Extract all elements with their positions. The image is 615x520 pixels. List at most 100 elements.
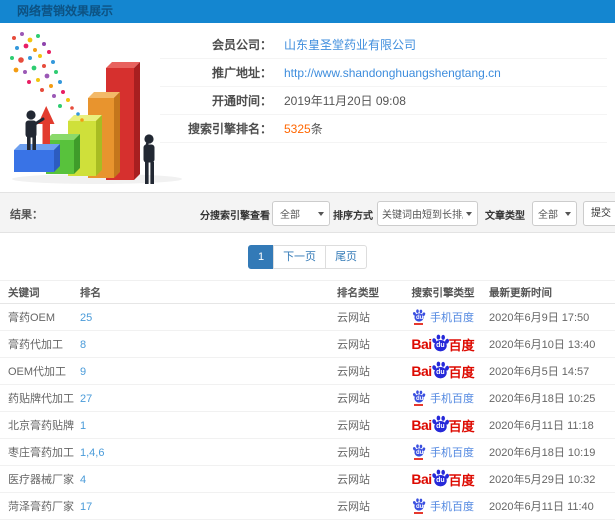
rank-type-cell: 云网站 <box>337 312 370 324</box>
red-underline <box>414 323 423 325</box>
col-keyword: 关键词 <box>8 286 40 299</box>
rank-link[interactable]: 4 <box>80 474 86 486</box>
page-title: 网络营销效果展示 <box>17 4 114 18</box>
sort-label: 排序方式 <box>333 211 373 222</box>
engine-rank-value: 5325条 <box>272 120 323 137</box>
engine-rank-label: 搜索引擎排名： <box>187 122 272 136</box>
blue-bar <box>14 144 60 172</box>
baidu-paw-icon: du <box>412 498 426 514</box>
rank-link[interactable]: 27 <box>80 393 92 405</box>
baidu-logo: Bai du 百度 <box>411 361 475 380</box>
rank-link[interactable]: 17 <box>80 501 92 513</box>
rank-link[interactable]: 1,4,6 <box>80 447 104 459</box>
keyword-cell: OEM代加工 <box>8 366 67 378</box>
col-rank: 排名 <box>80 286 101 299</box>
baidu-paw-icon: du <box>412 444 426 460</box>
table-row: 医疗器械厂家 4 云网站 Bai du 百度 2020年5月29日 10:32 <box>0 466 615 493</box>
engine-rank-row: 搜索引擎排名： 5325条 <box>160 115 607 143</box>
keyword-cell: 膏药代加工 <box>8 339 63 351</box>
rank-type-cell: 云网站 <box>337 339 370 351</box>
rank-link[interactable]: 25 <box>80 312 92 324</box>
rank-type-cell: 云网站 <box>337 447 370 459</box>
last-page-button[interactable]: 尾页 <box>325 244 368 269</box>
sort-select[interactable]: 关键词由短到长排序 <box>377 201 478 226</box>
chevron-down-icon <box>318 212 324 216</box>
rankings-table: 关键词 排名 排名类型 搜索引擎类型 最新更新时间 膏药OEM 25 云网站 d… <box>0 280 615 520</box>
rank-type-cell: 云网站 <box>337 366 370 378</box>
table-row: 北京膏药贴牌 1 云网站 Bai du 百度 2020年6月11日 11:18 <box>0 412 615 439</box>
article-type-label: 文章类型 <box>485 211 525 222</box>
updated-cell: 2020年6月18日 10:19 <box>489 447 596 459</box>
member-company-label: 会员公司： <box>211 38 272 52</box>
engine-view-select[interactable]: 全部 <box>272 201 330 226</box>
article-type-select[interactable]: 全部 <box>532 201 577 226</box>
table-row: 药贴牌代加工 27 云网站 du 手机百度 2020年6月18日 10:25 <box>0 385 615 412</box>
rank-type-cell: 云网站 <box>337 474 370 486</box>
keyword-cell: 北京膏药贴牌 <box>8 420 74 432</box>
keyword-cell: 药贴牌代加工 <box>8 393 74 405</box>
red-underline <box>414 458 423 460</box>
result-label: 结果： <box>10 209 43 221</box>
open-time-row: 开通时间： 2019年11月20日 09:08 <box>160 87 607 115</box>
table-row: 膏药OEM 25 云网站 du 手机百度 2020年6月9日 17:50 <box>0 304 615 331</box>
page-1-button[interactable]: 1 <box>247 244 275 269</box>
baidu-logo: Bai du 百度 <box>411 469 475 488</box>
rank-type-cell: 云网站 <box>337 420 370 432</box>
rank-unit: 条 <box>310 122 323 136</box>
promo-url-label: 推广地址： <box>211 66 272 80</box>
baidu-paw-icon: du <box>431 469 450 487</box>
keyword-cell: 医疗器械厂家 <box>8 474 74 486</box>
table-row: 膏药代加工 8 云网站 Bai du 百度 2020年6月10日 13:40 <box>0 331 615 358</box>
updated-cell: 2020年6月5日 14:57 <box>489 366 590 378</box>
rank-link[interactable]: 1 <box>80 420 86 432</box>
col-updated: 最新更新时间 <box>489 286 552 299</box>
promo-url-link[interactable]: http://www.shandonghuangshengtang.cn <box>272 66 501 80</box>
baidu-paw-icon: du <box>412 309 426 325</box>
next-page-button[interactable]: 下一页 <box>273 244 327 269</box>
rank-link[interactable]: 9 <box>80 366 86 378</box>
member-company-link[interactable]: 山东皇圣堂药业有限公司 <box>272 36 416 53</box>
rank-count: 5325 <box>284 122 311 136</box>
baidu-paw-icon: du <box>431 334 450 352</box>
baidu-logo: Bai du 百度 <box>411 334 475 353</box>
baidu-paw-icon: du <box>431 361 450 379</box>
app-header: 网络营销效果展示 <box>0 0 615 23</box>
member-company-row: 会员公司： 山东皇圣堂药业有限公司 <box>160 31 607 59</box>
updated-cell: 2020年6月10日 13:40 <box>489 339 596 351</box>
red-underline <box>414 404 423 406</box>
profile-section: 会员公司： 山东皇圣堂药业有限公司 推广地址： http://www.shand… <box>0 23 615 192</box>
page: 网络营销效果展示 会员公司： 山东皇圣堂药业有限公司 推广地址： http://… <box>0 0 615 520</box>
table-row: OEM代加工 9 云网站 Bai du 百度 2020年6月5日 14:57 <box>0 358 615 385</box>
chevron-down-icon <box>466 212 472 216</box>
keyword-cell: 菏泽膏药厂家 <box>8 501 74 513</box>
chevron-down-icon <box>565 212 571 216</box>
red-underline <box>414 512 423 514</box>
updated-cell: 2020年6月18日 10:25 <box>489 393 596 405</box>
mobile-baidu-badge: du 手机百度 <box>412 498 474 514</box>
updated-cell: 2020年6月11日 11:18 <box>489 420 594 432</box>
mobile-baidu-badge: du 手机百度 <box>412 309 474 325</box>
engine-view-label: 分搜索引擎查看 <box>200 211 270 222</box>
updated-cell: 2020年5月29日 10:32 <box>489 474 596 486</box>
pagination: 1 下一页 尾页 <box>247 244 368 269</box>
submit-button[interactable]: 提交 <box>583 201 615 226</box>
baidu-logo: Bai du 百度 <box>411 415 475 434</box>
filter-bar: 结果： 分搜索引擎查看 全部 排序方式 关键词由短到长排序 文章类型 全部 提交 <box>0 192 615 233</box>
open-time-label: 开通时间： <box>211 94 272 108</box>
updated-cell: 2020年6月9日 17:50 <box>489 312 590 324</box>
col-rank-type: 排名类型 <box>337 286 379 299</box>
promo-url-row: 推广地址： http://www.shandonghuangshengtang.… <box>160 59 607 87</box>
col-engine: 搜索引擎类型 <box>411 286 475 299</box>
pagination-strip: 1 下一页 尾页 <box>0 233 615 280</box>
keyword-cell: 膏药OEM <box>8 312 56 324</box>
table-header: 关键词 排名 排名类型 搜索引擎类型 最新更新时间 <box>0 280 615 304</box>
company-info-list: 会员公司： 山东皇圣堂药业有限公司 推广地址： http://www.shand… <box>160 31 607 143</box>
rank-link[interactable]: 8 <box>80 339 86 351</box>
table-row: 菏泽膏药厂家 17 云网站 du 手机百度 2020年6月11日 11:40 <box>0 493 615 520</box>
updated-cell: 2020年6月11日 11:40 <box>489 501 594 513</box>
mobile-baidu-badge: du 手机百度 <box>412 390 474 406</box>
keyword-cell: 枣庄膏药加工 <box>8 447 74 459</box>
baidu-paw-icon: du <box>412 390 426 406</box>
mobile-baidu-badge: du 手机百度 <box>412 444 474 460</box>
rank-type-cell: 云网站 <box>337 393 370 405</box>
